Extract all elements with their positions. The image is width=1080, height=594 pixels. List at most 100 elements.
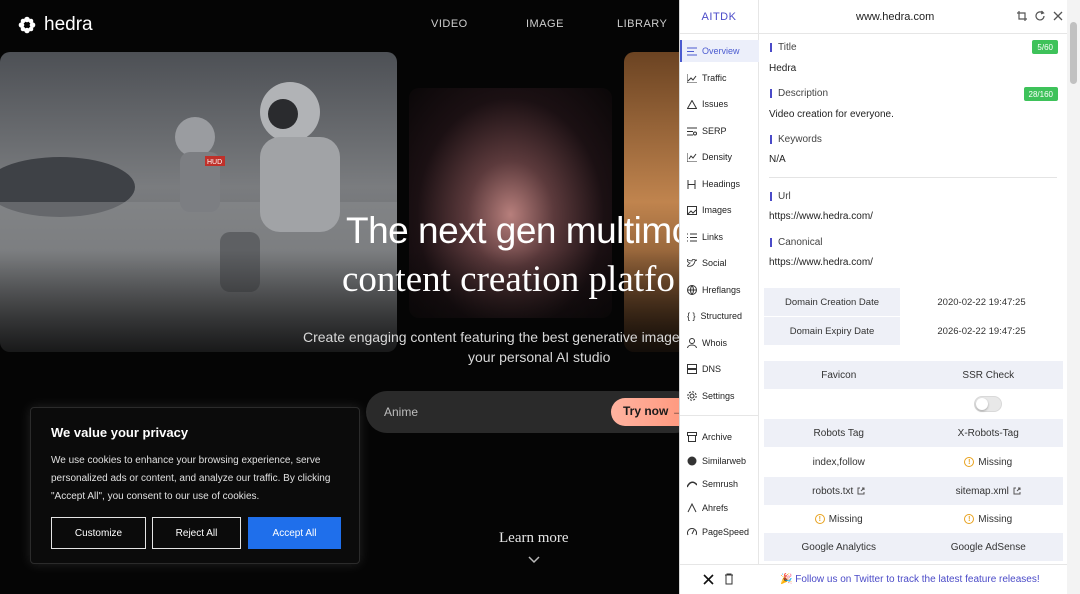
sidebar-item-whois[interactable]: Whois (680, 332, 759, 354)
sidebar-tool-pagespeed[interactable]: PageSpeed (680, 521, 759, 543)
density-chart-icon (687, 152, 697, 162)
x-twitter-icon[interactable] (703, 574, 714, 585)
hero-subtitle-line1: Create engaging content featuring the be… (303, 329, 680, 345)
x-robots-label: X-Robots-Tag (913, 419, 1063, 447)
favicon-ssr-header: Favicon SSR Check (764, 361, 1063, 389)
hedra-logo-text: hedra (44, 14, 93, 35)
menu-icon (687, 47, 697, 55)
sidebar-tool-ahrefs[interactable]: Ahrefs (680, 497, 759, 519)
url-value[interactable]: https://www.hedra.com/ (769, 211, 873, 222)
cookie-consent-dialog: We value your privacy We use cookies to … (30, 407, 360, 564)
external-link-icon (857, 487, 865, 495)
keywords-label: Keywords (770, 134, 822, 145)
sitemap-value: ! Missing (914, 505, 1064, 533)
sidebar-item-density[interactable]: Density (680, 146, 759, 168)
creation-value: 2020-02-22 19:47:25 (937, 296, 1026, 308)
prompt-input[interactable]: Anime Try now → (366, 391, 680, 433)
sidebar-item-issues[interactable]: Issues (680, 93, 759, 115)
sidebar-item-overview[interactable]: Overview (680, 40, 759, 62)
chevron-down-icon[interactable] (527, 555, 541, 564)
sidebar-item-social[interactable]: Social (680, 252, 759, 274)
title-length-badge: 5/60 (1032, 40, 1058, 54)
title-value: Hedra (769, 63, 797, 74)
sidebar-item-serp[interactable]: SERP (680, 120, 759, 142)
description-length-badge: 28/160 (1023, 87, 1058, 101)
refresh-icon[interactable] (1034, 10, 1046, 22)
url-label: Url (770, 191, 791, 202)
sidebar-tool-archive[interactable]: Archive (680, 426, 759, 448)
warning-circle-icon: ! (964, 514, 975, 524)
nav-image[interactable]: IMAGE (526, 18, 564, 30)
robots-tag-value: index,follow (812, 456, 865, 468)
robots-tag-label: Robots Tag (764, 419, 914, 447)
hedra-logo-icon (18, 16, 36, 34)
domain-expiry-row: Domain Expiry Date 2026-02-22 19:47:25 (764, 317, 1063, 345)
learn-more-link[interactable]: Learn more (499, 530, 569, 547)
robots-txt-link[interactable]: robots.txt (764, 477, 914, 505)
sidebar-item-dns[interactable]: DNS (680, 358, 759, 380)
heading-icon (687, 179, 696, 189)
warning-icon (687, 99, 697, 109)
accept-all-button[interactable]: Accept All (248, 517, 341, 549)
sidebar-tool-similarweb[interactable]: Similarweb (680, 450, 759, 472)
title-label: Title (770, 42, 797, 53)
overview-content: Title 5/60 Hedra Description 28/160 Vide… (759, 34, 1067, 564)
reject-all-button[interactable]: Reject All (152, 517, 241, 549)
description-value: Video creation for everyone. (769, 109, 894, 120)
hedra-website: HUD hedra VIDEO IMAGE LIBRARY The next g… (0, 0, 680, 594)
sitemap-link[interactable]: sitemap.xml (913, 477, 1063, 505)
favicon-value (764, 390, 914, 418)
analytics-header: Google Analytics Google AdSense (764, 533, 1063, 561)
aitdk-brand[interactable]: AITDK (680, 0, 759, 34)
robots-txt-value: ! Missing (764, 505, 914, 533)
canonical-label: Canonical (770, 237, 822, 248)
crop-icon[interactable] (1016, 10, 1028, 22)
nav-library[interactable]: LIBRARY (617, 18, 667, 30)
nav-video[interactable]: VIDEO (431, 18, 468, 30)
prompt-input-value[interactable]: Anime (384, 405, 418, 419)
chart-line-icon (687, 73, 697, 83)
ahrefs-icon (687, 503, 697, 513)
warning-circle-icon: ! (814, 514, 825, 524)
ssr-toggle[interactable] (974, 396, 1003, 412)
ssr-label: SSR Check (913, 361, 1063, 389)
trash-icon[interactable] (724, 573, 734, 585)
external-link-icon (1013, 487, 1021, 495)
sidebar-tool-semrush[interactable]: Semrush (680, 473, 759, 495)
aitdk-extension-panel: AITDK www.hedra.com Overview Traffic Iss… (679, 0, 1080, 594)
hero-subtitle-line2: your personal AI studio (468, 349, 611, 365)
expiry-label: Domain Expiry Date (764, 317, 900, 345)
customize-button[interactable]: Customize (51, 517, 146, 549)
hud-patch: HUD (207, 159, 222, 166)
panel-domain: www.hedra.com (856, 11, 935, 23)
globe-icon (687, 285, 697, 295)
robots-sitemap-header: robots.txt sitemap.xml (764, 477, 1063, 505)
sidebar-item-headings[interactable]: Headings (680, 173, 759, 195)
favicon-label: Favicon (764, 361, 914, 389)
close-icon[interactable] (1052, 10, 1064, 22)
scrollbar-thumb[interactable] (1070, 22, 1077, 84)
sidebar-item-traffic[interactable]: Traffic (680, 67, 759, 89)
try-now-button[interactable]: Try now → (611, 398, 680, 426)
domain-creation-row: Domain Creation Date 2020-02-22 19:47:25 (764, 288, 1063, 316)
hedra-logo[interactable]: hedra (18, 14, 93, 36)
sidebar-item-links[interactable]: Links (680, 226, 759, 248)
sidebar-item-structured[interactable]: { } Structured (680, 305, 759, 327)
follow-twitter-link[interactable]: 🎉 Follow us on Twitter to track the late… (780, 574, 1040, 585)
keywords-value: N/A (769, 154, 786, 165)
sidebar-item-settings[interactable]: Settings (680, 385, 759, 407)
sidebar-item-images[interactable]: Images (680, 199, 759, 221)
canonical-value[interactable]: https://www.hedra.com/ (769, 257, 873, 268)
astronaut-helmet (175, 117, 215, 157)
expiry-value: 2026-02-22 19:47:25 (937, 325, 1026, 337)
image-icon (687, 205, 697, 215)
panel-header: AITDK www.hedra.com (680, 0, 1080, 34)
sidebar-item-hreflangs[interactable]: Hreflangs (680, 279, 759, 301)
serp-icon (687, 127, 697, 135)
hero-headline-line1: The next gen multimod (346, 210, 680, 251)
similarweb-icon (687, 456, 697, 466)
robots-header: Robots Tag X-Robots-Tag (764, 419, 1063, 447)
panel-scrollbar[interactable] (1067, 0, 1080, 594)
hero-headline-line2: content creation platfo (342, 259, 675, 300)
description-label: Description (770, 88, 828, 99)
